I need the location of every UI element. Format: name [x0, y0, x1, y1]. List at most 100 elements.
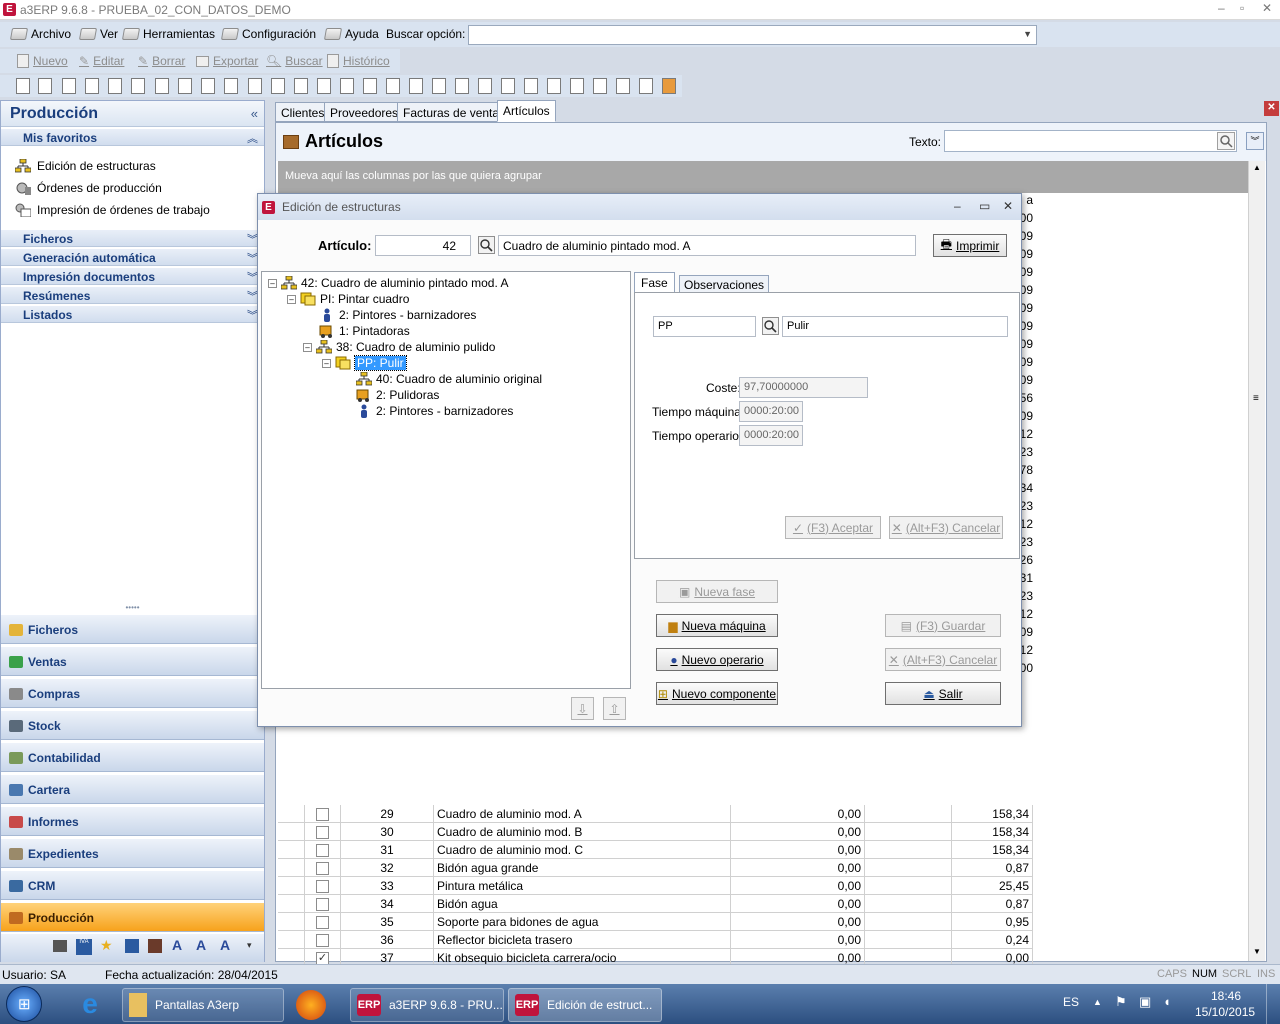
tree-node-phase-selected[interactable]: – PP: Pulir — [322, 355, 407, 371]
module-crm[interactable]: CRM — [1, 870, 264, 900]
move-up-icon[interactable]: ⇧ — [603, 697, 626, 720]
move-down-icon[interactable]: ⇩ — [571, 697, 594, 720]
favorite-ordenes-produccion[interactable]: Órdenes de producción — [15, 181, 162, 195]
internet-explorer-icon[interactable]: e — [70, 988, 110, 1022]
buscar-button[interactable]: 🔍︎ Buscar — [266, 54, 323, 68]
menu-archivo[interactable]: Archivo — [9, 27, 71, 41]
search-option-input[interactable]: ▼ — [468, 25, 1037, 45]
module-compras[interactable]: Compras — [1, 678, 264, 708]
module-informes[interactable]: Informes — [1, 806, 264, 836]
minimize-icon[interactable]: – — [1218, 1, 1225, 15]
section-resumenes[interactable]: Resúmenes ︾ — [1, 286, 264, 304]
menu-configuracion[interactable]: Configuración — [220, 27, 316, 41]
taskbar-edicion-estructuras[interactable]: ERP Edición de estruct... — [508, 988, 662, 1022]
more-icon[interactable]: ▾ — [247, 940, 252, 951]
iva-free-icon[interactable]: IVA — [76, 939, 92, 955]
toolbar-button-icon[interactable] — [131, 78, 145, 94]
tab-clientes[interactable]: Clientes — [275, 102, 331, 122]
collapse-icon[interactable]: – — [268, 278, 277, 288]
minimize-icon[interactable]: – — [954, 199, 961, 213]
coste-input[interactable]: 97,70000000 — [739, 377, 868, 398]
tiempo-maquinas-input[interactable]: 0000:20:00 — [739, 401, 803, 422]
taskbar-a3erp[interactable]: ERP a3ERP 9.6.8 - PRU... — [350, 988, 504, 1022]
toolbar-button-icon[interactable] — [363, 78, 377, 94]
toolbar-button-icon[interactable] — [547, 78, 561, 94]
articulo-description-input[interactable]: Cuadro de aluminio pintado mod. A — [498, 235, 916, 256]
scroll-down-icon[interactable]: ▼ — [1253, 947, 1261, 956]
toolbar-button-icon[interactable] — [432, 78, 446, 94]
a3-icon[interactable]: A — [220, 937, 230, 953]
close-tab-icon[interactable]: ✕ — [1264, 101, 1279, 116]
salir-button[interactable]: ⏏ Salir — [885, 682, 1001, 705]
nuevo-componente-button[interactable]: ⊞ Nuevo componente — [656, 682, 778, 705]
imprimir-button[interactable]: 🖶 Imprimir — [933, 234, 1007, 257]
module-ventas[interactable]: Ventas — [1, 646, 264, 676]
toolbar-button-icon[interactable] — [317, 78, 331, 94]
nueva-fase-button[interactable]: ▣ Nueva fase — [656, 580, 778, 603]
toolbar-button-icon[interactable] — [155, 78, 169, 94]
editar-button[interactable]: ✎ Editar — [79, 54, 124, 68]
menu-ayuda[interactable]: Ayuda — [323, 27, 379, 41]
close-icon[interactable]: ✕ — [1003, 199, 1013, 213]
nuevo-operario-button[interactable]: ● Nuevo operario — [656, 648, 778, 671]
toolbar-button-icon[interactable] — [16, 78, 30, 94]
start-button[interactable]: ⊞ — [6, 986, 42, 1022]
computer-icon[interactable] — [53, 940, 67, 952]
toolbar-button-icon[interactable] — [85, 78, 99, 94]
toolbar-button-icon[interactable] — [639, 78, 653, 94]
search-icon[interactable] — [762, 317, 779, 335]
section-generacion-automatica[interactable]: Generación automática ︾ — [1, 248, 264, 266]
module-ficheros[interactable]: Ficheros — [1, 614, 264, 644]
a3-icon[interactable]: A — [172, 937, 182, 953]
toolbar-button-icon[interactable] — [409, 78, 423, 94]
module-stock[interactable]: Stock — [1, 710, 264, 740]
flag-icon[interactable]: ⚑ — [1115, 994, 1127, 1010]
dashboard-icon[interactable] — [125, 939, 139, 953]
borrar-button[interactable]: ✎ Borrar — [138, 54, 185, 68]
historico-button[interactable]: Histórico — [327, 54, 390, 68]
tab-observaciones[interactable]: Observaciones — [679, 275, 770, 293]
toolbar-button-icon[interactable] — [62, 78, 76, 94]
volume-icon[interactable]: ◖ — [1163, 994, 1171, 1009]
chart-icon[interactable] — [148, 939, 162, 953]
search-icon[interactable] — [478, 236, 495, 254]
vertical-scrollbar[interactable]: ▲ ≡ ▼ — [1248, 161, 1265, 961]
cancelar-button[interactable]: ✕ (Alt+F3) Cancelar — [885, 648, 1001, 671]
toolbar-button-icon[interactable] — [386, 78, 400, 94]
a3-icon[interactable]: A — [196, 937, 206, 953]
toolbar-button-icon[interactable] — [178, 78, 192, 94]
toolbar-button-icon[interactable] — [108, 78, 122, 94]
tray-expand-icon[interactable]: ▲ — [1093, 997, 1102, 1007]
close-icon[interactable]: ✕ — [1262, 1, 1272, 15]
collapse-icon[interactable]: – — [322, 358, 331, 368]
tab-fase[interactable]: Fase — [634, 272, 675, 293]
cancelar-fase-button[interactable]: ✕ (Alt+F3) Cancelar — [889, 516, 1003, 539]
clock-date[interactable]: 15/10/2015 — [1195, 1005, 1255, 1019]
section-impresion-documentos[interactable]: Impresión documentos ︾ — [1, 267, 264, 285]
texto-search-input[interactable] — [944, 130, 1237, 152]
toolbar-button-icon[interactable] — [616, 78, 630, 94]
toolbar-button-icon[interactable] — [662, 78, 676, 94]
fase-description-input[interactable]: Pulir — [782, 316, 1008, 337]
section-listados[interactable]: Listados ︾ — [1, 305, 264, 323]
tab-articulos[interactable]: Artículos — [497, 100, 556, 122]
network-icon[interactable]: ▣ — [1139, 994, 1151, 1010]
section-ficheros[interactable]: Ficheros ︾ — [1, 229, 264, 247]
section-mis-favoritos[interactable]: Mis favoritos ︽ — [1, 128, 264, 146]
toolbar-button-icon[interactable] — [38, 78, 52, 94]
chevron-down-icon[interactable]: ▼ — [1023, 29, 1032, 39]
toolbar-button-icon[interactable] — [593, 78, 607, 94]
guardar-button[interactable]: ▤ (F3) Guardar — [885, 614, 1001, 637]
nueva-maquina-button[interactable]: ▆ Nueva máquina — [656, 614, 778, 637]
toolbar-button-icon[interactable] — [478, 78, 492, 94]
tab-facturas-venta[interactable]: Facturas de venta — [397, 102, 506, 122]
collapse-icon[interactable]: « — [251, 106, 258, 121]
module-expedientes[interactable]: Expedientes — [1, 838, 264, 868]
menu-herramientas[interactable]: Herramientas — [121, 27, 215, 41]
firefox-icon[interactable] — [296, 990, 326, 1020]
favorite-edicion-estructuras[interactable]: Edición de estructuras — [14, 158, 156, 173]
star-icon[interactable]: ★ — [100, 937, 113, 954]
group-by-bar[interactable]: Mueva aquí las columnas por las que quie… — [278, 161, 1264, 193]
scroll-thumb[interactable]: ≡ — [1253, 393, 1259, 404]
toolbar-button-icon[interactable] — [201, 78, 215, 94]
